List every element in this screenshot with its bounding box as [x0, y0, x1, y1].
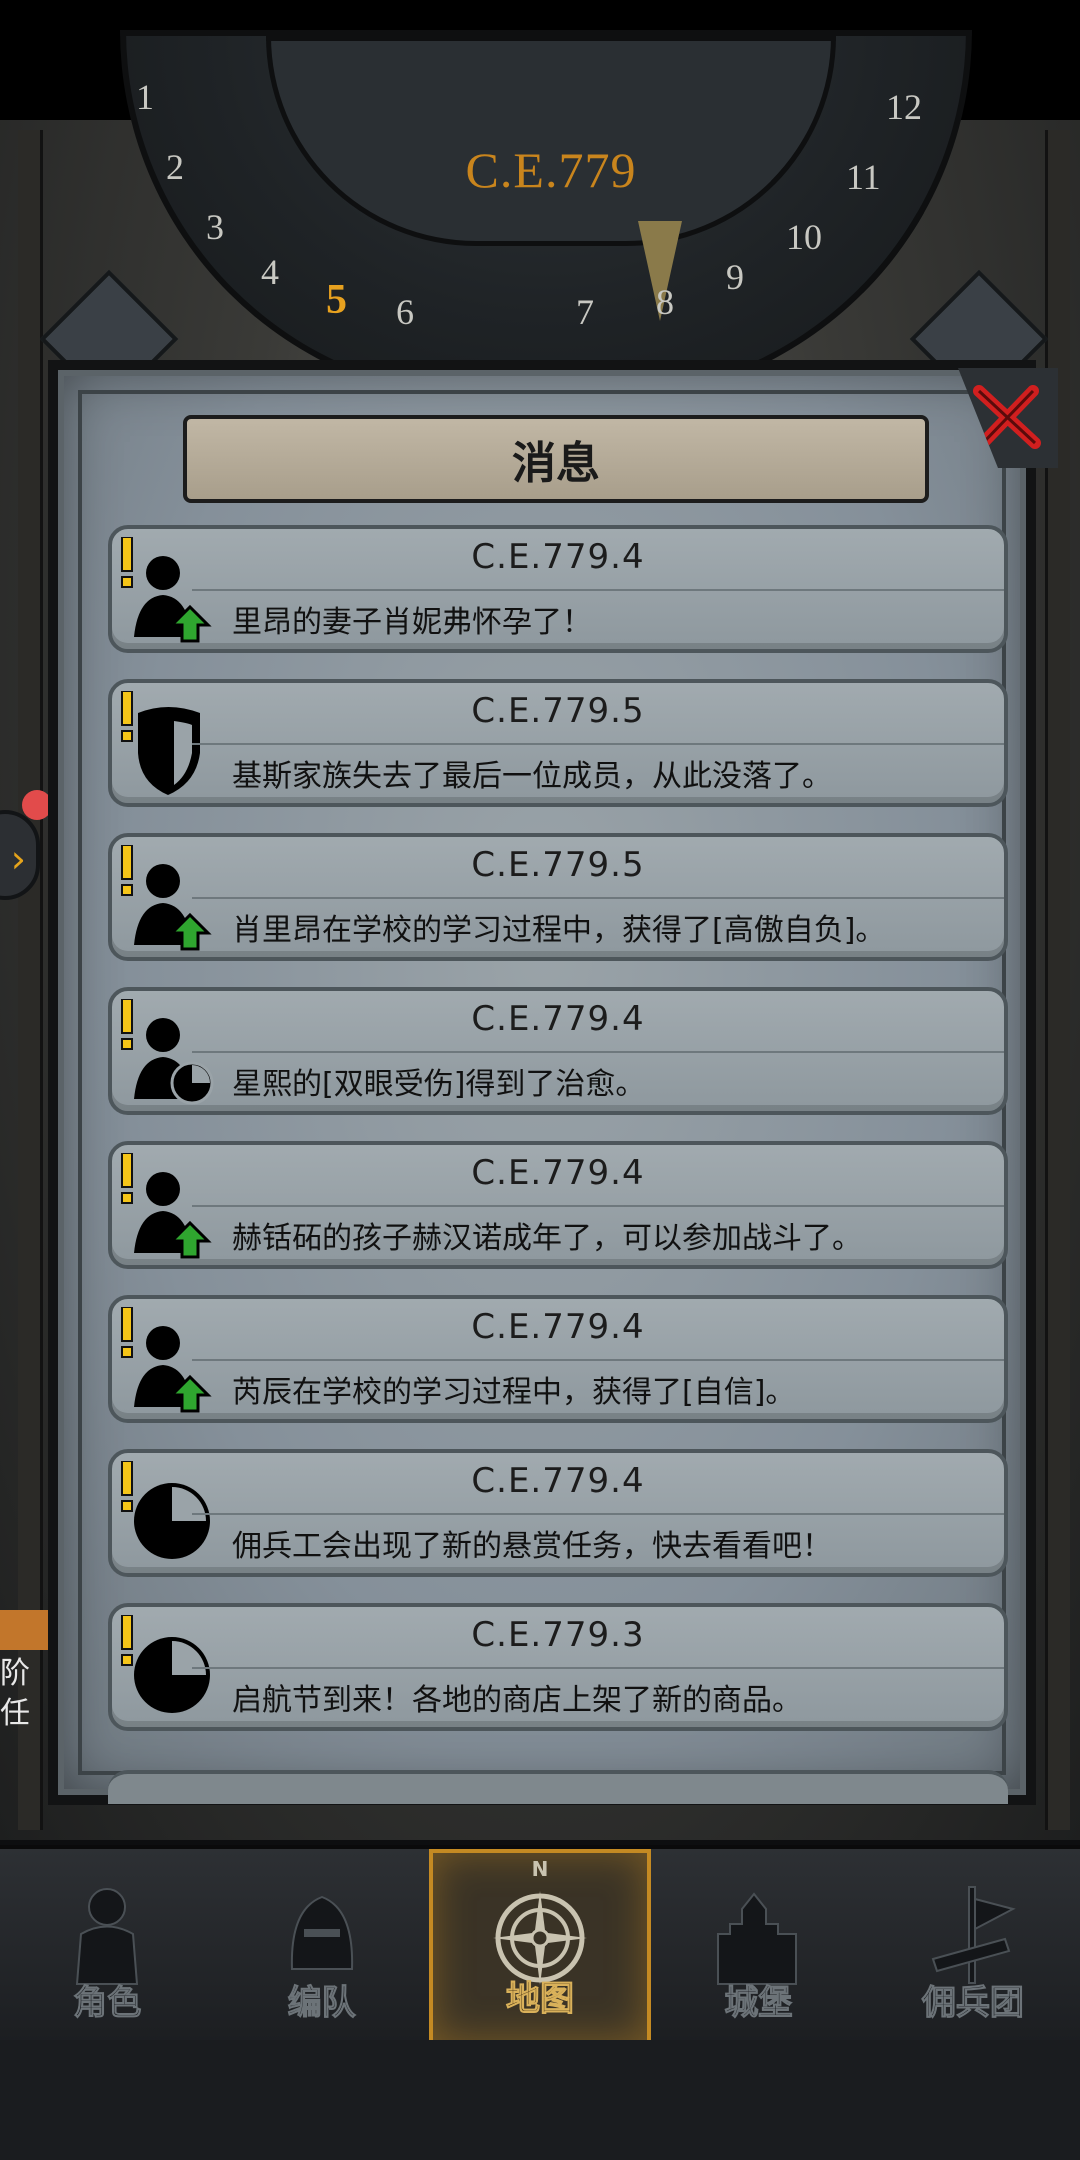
compass-north-label: N [531, 1857, 549, 1881]
calendar-month-8: 8 [656, 282, 674, 322]
message-date: C.E.779.4 [471, 1461, 645, 1501]
calendar-month-5: 5 [326, 277, 347, 323]
message-date: C.E.779.3 [471, 1615, 645, 1655]
calendar-year: C.E.779 [465, 142, 637, 198]
nav-tab-map[interactable]: N 地图 [428, 1849, 652, 2044]
swords-icon [0, 1610, 48, 1650]
message-date: C.E.779.5 [471, 691, 645, 731]
panel-title: 消息 [512, 438, 600, 489]
calendar-month-11: 11 [846, 157, 881, 197]
message-item[interactable]: C.E.779.3 启航节到来！各地的商店上架了新的商品。 [108, 1603, 1008, 1731]
message-item[interactable]: C.E.779.5 基斯家族失去了最后一位成员，从此没落了。 [108, 679, 1008, 807]
nav-label-map: 地图 [506, 1979, 575, 2020]
side-quest-tab[interactable]: 阶 任 [0, 1610, 50, 1734]
calendar-month-9: 9 [726, 257, 744, 297]
message-item[interactable]: C.E.779.4 赫铦砳的孩子赫汉诺成年了，可以参加战斗了。 [108, 1141, 1008, 1269]
calendar-month-10: 10 [786, 217, 822, 257]
castle-icon [717, 1892, 798, 1985]
nav-label-mercenary: 佣兵团 [921, 1983, 1024, 2024]
message-text: 芮辰在学校的学习过程中，获得了[自信]。 [232, 1375, 796, 1410]
message-panel: 消息 C.E.779.4 里昂的妻子肖妮弗怀孕了！ C.E.779.5 基斯家族… [48, 360, 1058, 1805]
banner-icon [931, 1886, 1016, 1984]
message-item-partial[interactable] [108, 1770, 1008, 1804]
nav-tab-castle[interactable]: 城堡 [651, 1849, 865, 2044]
side-quest-label-1: 阶 [0, 1656, 30, 1691]
message-text: 启航节到来！各地的商店上架了新的商品。 [232, 1683, 802, 1718]
helmet-icon [290, 1895, 353, 1970]
calendar-month-3: 3 [206, 207, 224, 247]
message-text: 星熙的[双眼受伤]得到了治愈。 [232, 1067, 646, 1102]
calendar-dial-center: C.E.779 [266, 36, 836, 246]
nav-label-character: 角色 [73, 1983, 142, 2024]
message-item[interactable]: C.E.779.4 星熙的[双眼受伤]得到了治愈。 [108, 987, 1008, 1115]
message-date: C.E.779.4 [471, 537, 645, 577]
calendar-month-12: 12 [886, 87, 922, 127]
message-date: C.E.779.5 [471, 845, 645, 885]
nav-tab-character[interactable]: 角色 [0, 1849, 214, 2044]
nav-label-formation: 编队 [287, 1983, 356, 2024]
message-date: C.E.779.4 [471, 999, 645, 1039]
message-item[interactable]: C.E.779.4 佣兵工会出现了新的悬赏任务，快去看看吧！ [108, 1449, 1008, 1577]
chevron-right-icon: › [10, 837, 26, 881]
message-date: C.E.779.4 [471, 1153, 645, 1193]
message-item[interactable]: C.E.779.4 芮辰在学校的学习过程中，获得了[自信]。 [108, 1295, 1008, 1423]
bottom-nav: 角色 编队 N 地图 城堡 佣兵团 [0, 1845, 1080, 2044]
knight-icon [76, 1888, 139, 1985]
message-text: 基斯家族失去了最后一位成员，从此没落了。 [232, 759, 832, 794]
nav-tab-mercenary[interactable]: 佣兵团 [866, 1849, 1080, 2044]
message-item[interactable]: C.E.779.4 里昂的妻子肖妮弗怀孕了！ [108, 525, 1008, 653]
nav-tab-formation[interactable]: 编队 [214, 1849, 428, 2044]
message-list: C.E.779.4 里昂的妻子肖妮弗怀孕了！ C.E.779.5 基斯家族失去了… [108, 525, 1008, 1757]
message-text: 肖里昂在学校的学习过程中，获得了[高傲自负]。 [232, 913, 886, 948]
message-text: 里昂的妻子肖妮弗怀孕了！ [232, 605, 592, 640]
panel-title-plate: 消息 [183, 415, 929, 503]
calendar-month-1: 1 [136, 77, 154, 117]
calendar-month-7: 7 [576, 292, 594, 332]
message-text: 赫铦砳的孩子赫汉诺成年了，可以参加战斗了。 [232, 1221, 862, 1256]
message-item[interactable]: C.E.779.5 肖里昂在学校的学习过程中，获得了[高傲自负]。 [108, 833, 1008, 961]
calendar-month-6: 6 [396, 292, 414, 332]
nav-label-castle: 城堡 [724, 1983, 793, 2024]
side-quest-label-2: 任 [0, 1696, 30, 1731]
message-text: 佣兵工会出现了新的悬赏任务，快去看看吧！ [232, 1529, 832, 1564]
map-frame-left [18, 130, 43, 1830]
calendar-month-4: 4 [261, 252, 279, 292]
bottom-system-bar [0, 2040, 1080, 2160]
calendar-month-2: 2 [166, 147, 184, 187]
message-date: C.E.779.4 [471, 1307, 645, 1347]
